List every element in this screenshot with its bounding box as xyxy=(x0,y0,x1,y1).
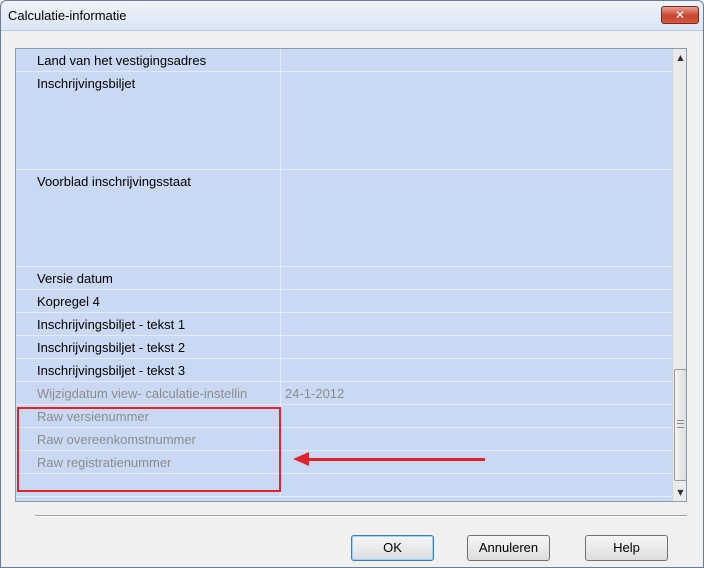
grip-icon xyxy=(677,420,684,428)
property-value-empty xyxy=(282,474,672,496)
property-name: Voorblad inschrijvingsstaat xyxy=(16,170,281,266)
scroll-up-arrow-icon[interactable]: ▲ xyxy=(673,49,686,66)
property-name: Inschrijvingsbiljet - tekst 2 xyxy=(16,336,281,358)
property-value xyxy=(282,405,672,427)
property-value: 24-1-2012 xyxy=(285,386,345,401)
annotation-arrow-line xyxy=(305,458,485,461)
property-value[interactable] xyxy=(282,290,672,312)
grid-row[interactable]: Land van het vestigingsadres xyxy=(16,49,672,72)
close-button[interactable]: ✕ xyxy=(661,6,699,24)
property-name: Inschrijvingsbiljet - tekst 1 xyxy=(16,313,281,335)
title-bar[interactable]: Calculatie-informatie ✕ xyxy=(1,1,703,31)
scroll-thumb[interactable] xyxy=(674,369,686,481)
grid-row[interactable]: Versie datum xyxy=(16,267,672,290)
separator xyxy=(35,515,687,517)
ok-button[interactable]: OK xyxy=(351,535,434,561)
scroll-down-arrow-icon[interactable]: ▼ xyxy=(673,484,686,501)
property-value xyxy=(282,428,672,450)
property-value[interactable] xyxy=(282,170,672,266)
grid-row[interactable]: Inschrijvingsbiljet - tekst 3 xyxy=(16,359,672,382)
grid-row[interactable]: Kopregel 4 xyxy=(16,290,672,313)
annotation-highlight-box xyxy=(17,407,281,492)
cancel-button[interactable]: Annuleren xyxy=(467,535,550,561)
property-value xyxy=(282,451,672,473)
property-value[interactable] xyxy=(282,359,672,381)
grid-row[interactable]: Inschrijvingsbiljet - tekst 2 xyxy=(16,336,672,359)
property-name: Inschrijvingsbiljet xyxy=(16,72,281,169)
property-value[interactable] xyxy=(282,72,672,169)
window-title: Calculatie-informatie xyxy=(8,8,127,23)
property-name: Wijzigdatum view- calculatie-instellin xyxy=(16,382,281,404)
property-value[interactable] xyxy=(282,336,672,358)
property-value[interactable] xyxy=(282,267,672,289)
property-name: Inschrijvingsbiljet - tekst 3 xyxy=(16,359,281,381)
grid-row[interactable]: Inschrijvingsbiljet - tekst 1 xyxy=(16,313,672,336)
vertical-scrollbar[interactable]: ▲ ▼ xyxy=(672,49,686,501)
grid-row[interactable]: Wijzigdatum view- calculatie-instellin 2… xyxy=(16,382,672,405)
grid-row[interactable]: Voorblad inschrijvingsstaat xyxy=(16,170,672,267)
grid-row[interactable]: Inschrijvingsbiljet xyxy=(16,72,672,170)
property-value[interactable] xyxy=(282,313,672,335)
property-name: Kopregel 4 xyxy=(16,290,281,312)
property-name: Versie datum xyxy=(16,267,281,289)
help-button[interactable]: Help xyxy=(585,535,668,561)
property-value[interactable] xyxy=(282,49,672,71)
dialog-window: Calculatie-informatie ✕ Land van het ves… xyxy=(0,0,704,568)
property-name: Land van het vestigingsadres xyxy=(16,49,281,71)
close-icon: ✕ xyxy=(674,8,686,22)
